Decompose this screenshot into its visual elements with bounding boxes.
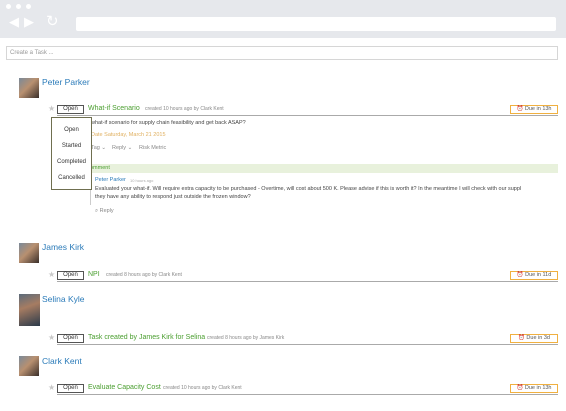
due-text: Due in 13h	[524, 385, 552, 391]
divider	[57, 281, 558, 282]
divider	[57, 344, 558, 345]
minimize-dot[interactable]	[16, 4, 21, 9]
avatar	[19, 78, 39, 98]
task-row: ★ Open What-if Scenario created 10 hours…	[48, 104, 558, 115]
comment-reply-label: Reply	[99, 208, 114, 214]
due-badge: ⏰ Due in 13h	[510, 105, 558, 114]
avatar	[19, 243, 39, 263]
status-select[interactable]: Open	[57, 271, 84, 280]
star-icon[interactable]: ★	[48, 333, 55, 342]
reply-label: Reply	[112, 145, 127, 151]
user-name[interactable]: Selina Kyle	[42, 294, 85, 304]
due-badge: ⏰ Due in 13h	[510, 384, 558, 393]
reload-icon[interactable]: ↻	[46, 12, 59, 30]
due-text: Due in 11d	[525, 272, 552, 278]
browser-chrome: ◀ ▶ ↻	[0, 0, 566, 38]
comment-header: omment	[90, 164, 558, 173]
task-meta: created 10 hours ago by Clark Kent	[145, 106, 224, 112]
comment-text: Evaluated your what-if. Will require ext…	[95, 186, 522, 192]
status-option[interactable]: Cancelled	[52, 175, 91, 181]
task-meta: created 8 hours ago by James Kirk	[207, 335, 285, 341]
user-name[interactable]: Clark Kent	[42, 356, 82, 366]
task-title[interactable]: What-if Scenario	[88, 105, 140, 112]
task-row: ★ Open Task created by James Kirk for Se…	[48, 333, 558, 344]
back-icon[interactable]: ◀	[9, 14, 19, 30]
status-select[interactable]: Open	[57, 334, 84, 343]
window-controls	[6, 4, 31, 9]
task-meta: created 10 hours ago by Clark Kent	[163, 385, 242, 391]
divider	[57, 394, 558, 395]
status-option[interactable]: Completed	[52, 159, 91, 165]
tag-link[interactable]: Tag ⌄	[91, 145, 106, 151]
task-row: ★ Open Evaluate Capacity Cost created 10…	[48, 383, 558, 394]
due-badge: ⏰ Due in 3d	[510, 334, 558, 343]
comment-author[interactable]: Peter Parker	[95, 177, 126, 183]
due-badge: ⏰ Due in 11d	[510, 271, 558, 280]
comment-time: 10 hours ago	[130, 178, 154, 183]
close-dot[interactable]	[6, 4, 11, 9]
tag-label: Tag	[91, 145, 100, 151]
status-option[interactable]: Open	[52, 127, 91, 133]
star-icon[interactable]: ★	[48, 270, 55, 279]
avatar	[19, 356, 39, 376]
reply-link[interactable]: Reply ⌄	[112, 145, 132, 151]
maximize-dot[interactable]	[26, 4, 31, 9]
comment-reply-link[interactable]: ⌕ Reply	[95, 208, 114, 215]
task-description: what-if scenario for supply chain feasib…	[91, 120, 246, 126]
status-option[interactable]: Started	[52, 143, 91, 149]
task-page: Create a Task ... Peter Parker ★ Open Wh…	[0, 38, 566, 411]
divider	[57, 115, 558, 116]
user-name[interactable]: Peter Parker	[42, 77, 90, 87]
status-select[interactable]: Open	[57, 105, 84, 114]
due-text: Due in 3d	[526, 335, 550, 341]
status-dropdown: Open Started Completed Cancelled	[51, 117, 92, 190]
create-task-input[interactable]: Create a Task ...	[6, 46, 558, 60]
task-title[interactable]: Evaluate Capacity Cost	[88, 384, 161, 391]
user-name[interactable]: James Kirk	[42, 242, 84, 252]
star-icon[interactable]: ★	[48, 383, 55, 392]
risk-metric-link[interactable]: Risk Metric	[139, 145, 166, 151]
address-bar[interactable]	[76, 17, 556, 31]
avatar	[19, 294, 40, 326]
task-due-date: Date Saturday, March 21 2015	[91, 132, 166, 138]
status-select[interactable]: Open	[57, 384, 84, 393]
task-row: ★ Open NPI created 8 hours ago by Clark …	[48, 270, 558, 281]
star-icon[interactable]: ★	[48, 104, 55, 113]
due-text: Due in 13h	[524, 106, 552, 112]
task-title[interactable]: Task created by James Kirk for Selina	[88, 334, 205, 341]
comment-text: they have any ability to respond just ou…	[95, 194, 251, 200]
task-meta: created 8 hours ago by Clark Kent	[106, 272, 182, 278]
task-title[interactable]: NPI	[88, 271, 100, 278]
forward-icon[interactable]: ▶	[24, 14, 34, 30]
